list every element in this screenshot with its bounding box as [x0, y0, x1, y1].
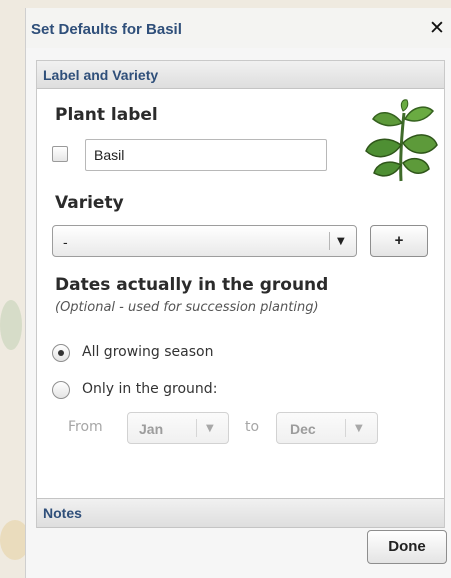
plant-label-input[interactable]: Basil [85, 139, 327, 171]
radio-only-in-ground-label: Only in the ground: [82, 381, 218, 397]
from-month-value: Jan [139, 421, 164, 437]
variety-selected-value: - [63, 234, 68, 250]
dialog-header: Set Defaults for Basil ✕ [26, 8, 451, 48]
chevron-down-icon: ▼ [355, 423, 363, 434]
to-label: to [245, 419, 260, 435]
section-label-and-variety[interactable]: Label and Variety [37, 61, 444, 89]
from-label: From [68, 419, 103, 435]
dates-heading: Dates actually in the ground [55, 275, 329, 295]
from-month-select[interactable]: Jan ▼ [127, 412, 229, 444]
section-notes[interactable]: Notes [37, 498, 444, 528]
defaults-panel: Label and Variety Plant label Basil Vari… [36, 60, 445, 528]
to-month-value: Dec [290, 421, 316, 437]
chevron-down-icon: ▼ [337, 236, 345, 247]
to-month-select[interactable]: Dec ▼ [276, 412, 378, 444]
plant-label-heading: Plant label [55, 105, 158, 125]
basil-plant-icon [363, 99, 439, 183]
close-icon[interactable]: ✕ [426, 17, 448, 39]
dates-optional-note: (Optional - used for succession planting… [55, 300, 319, 315]
chevron-down-icon: ▼ [206, 423, 214, 434]
background-decoration [0, 300, 22, 350]
radio-only-in-ground[interactable] [52, 381, 70, 399]
select-divider [196, 419, 197, 437]
radio-selected-dot [58, 350, 64, 356]
variety-select[interactable]: - ▼ [52, 225, 357, 257]
done-button[interactable]: Done [367, 530, 447, 564]
select-divider [345, 419, 346, 437]
set-defaults-dialog: Set Defaults for Basil ✕ Label and Varie… [25, 8, 451, 578]
variety-heading: Variety [55, 193, 124, 213]
dialog-title: Set Defaults for Basil [31, 21, 182, 38]
add-variety-button[interactable]: + [370, 225, 428, 257]
select-divider [329, 232, 330, 250]
plant-label-checkbox[interactable] [52, 146, 68, 162]
radio-all-growing-season-label: All growing season [82, 344, 214, 360]
radio-all-growing-season[interactable] [52, 344, 70, 362]
